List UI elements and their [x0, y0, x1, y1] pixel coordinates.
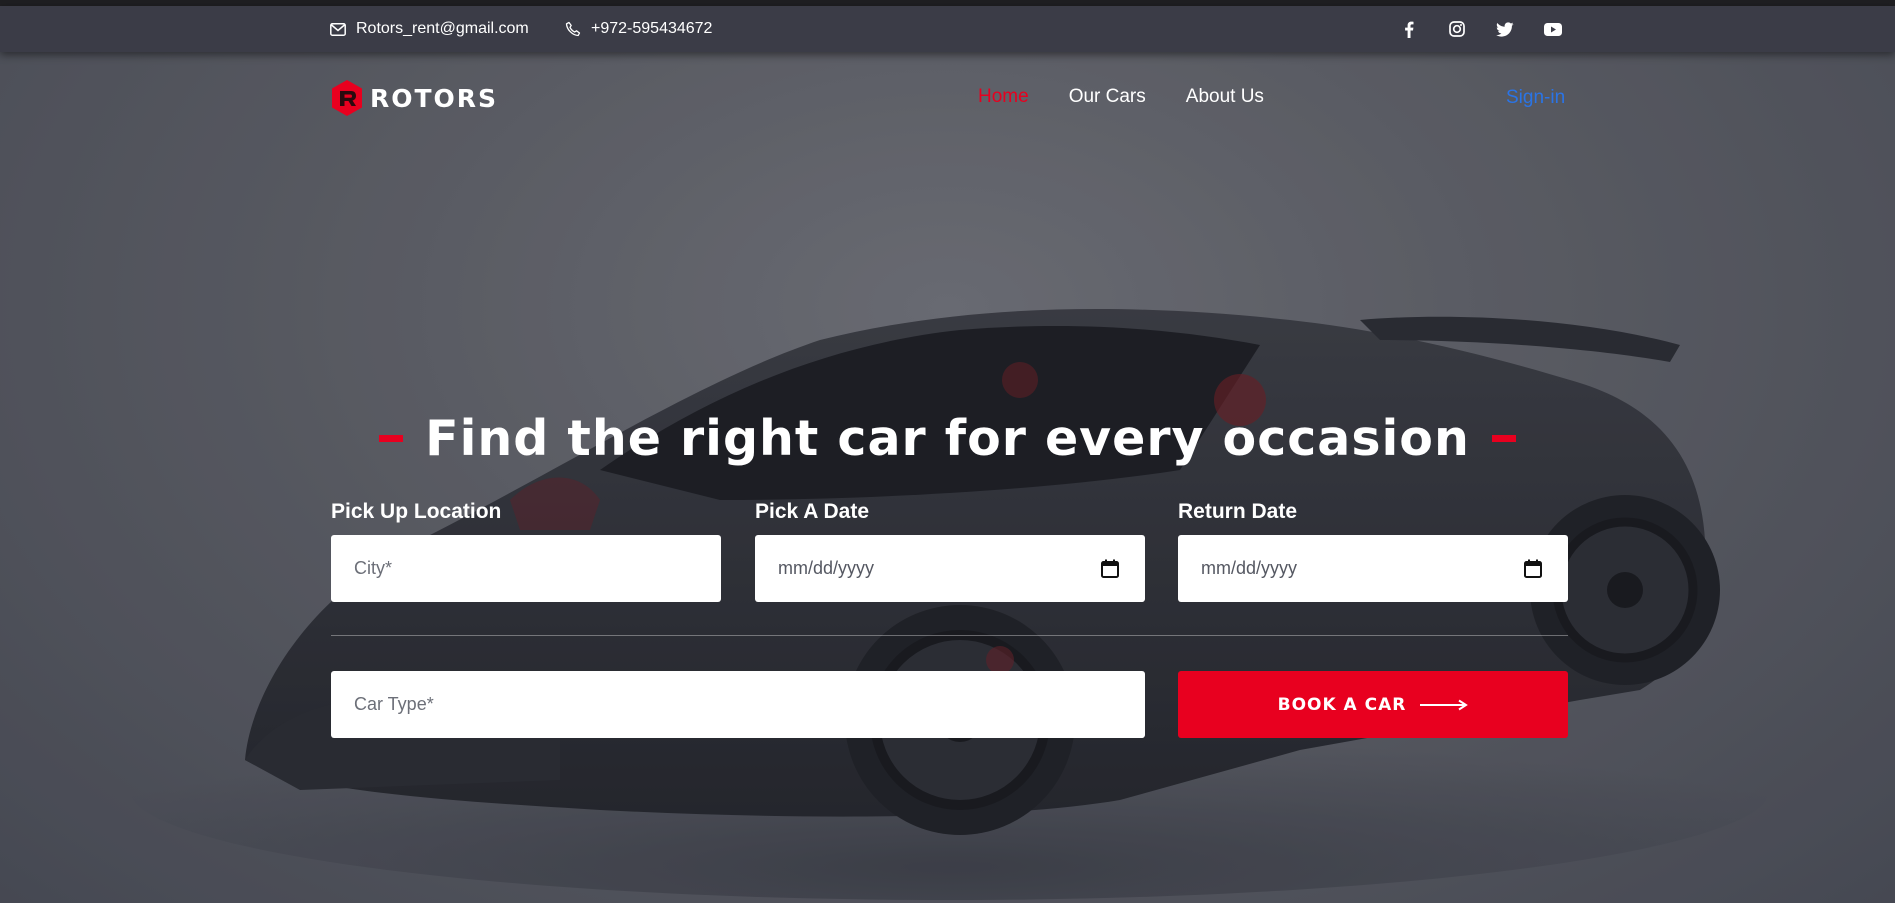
main-navigation: ROTORS Home Our Cars About Us Sign-in: [0, 52, 1895, 142]
pickup-location-placeholder: City*: [354, 558, 393, 578]
book-a-car-button[interactable]: BOOK A CAR: [1178, 671, 1568, 738]
twitter-icon[interactable]: [1496, 20, 1514, 38]
instagram-icon[interactable]: [1448, 20, 1466, 38]
phone-text: +972-595434672: [591, 20, 713, 37]
car-type-input[interactable]: Car Type*: [331, 671, 1145, 738]
pickup-location-input[interactable]: City*: [331, 535, 721, 602]
rotors-logo-icon: [332, 80, 362, 116]
calendar-icon[interactable]: [1101, 559, 1119, 578]
headline-dash-left: [379, 435, 404, 442]
phone-contact[interactable]: +972-595434672: [565, 6, 712, 52]
headline-text: Find the right car for every occasion: [425, 410, 1470, 467]
headline-dash-right: [1491, 435, 1516, 442]
book-a-car-label: BOOK A CAR: [1277, 694, 1407, 715]
car-type-placeholder: Car Type*: [354, 694, 434, 714]
return-date-input[interactable]: mm/dd/yyyy: [1178, 535, 1568, 602]
nav-item-home[interactable]: Home: [978, 86, 1029, 108]
return-date-value: mm/dd/yyyy: [1201, 558, 1298, 578]
nav-item-about-us[interactable]: About Us: [1186, 86, 1264, 108]
social-links: [1400, 6, 1562, 52]
return-date-label: Return Date: [1178, 500, 1298, 523]
envelope-icon: [330, 22, 346, 36]
nav-item-our-cars[interactable]: Our Cars: [1069, 86, 1146, 108]
pickup-location-label: Pick Up Location: [331, 500, 502, 523]
arrow-right-icon: [1420, 699, 1469, 710]
email-contact[interactable]: Rotors_rent@gmail.com: [330, 6, 529, 52]
logo-text: ROTORS: [370, 83, 499, 113]
nav-menu: Home Our Cars About Us: [978, 86, 1304, 108]
hero-headline: Find the right car for every occasion: [0, 410, 1895, 467]
hero-section: [0, 52, 1895, 903]
logo[interactable]: ROTORS: [330, 79, 498, 117]
pick-date-value: mm/dd/yyyy: [778, 558, 875, 578]
pick-date-label: Pick A Date: [755, 500, 869, 523]
facebook-icon[interactable]: [1400, 20, 1418, 38]
form-divider: [331, 635, 1568, 636]
hero-overlay: [0, 52, 1895, 903]
calendar-icon[interactable]: [1524, 559, 1542, 578]
email-text: Rotors_rent@gmail.com: [356, 20, 529, 37]
phone-icon: [565, 21, 581, 37]
sign-in-link[interactable]: Sign-in: [1506, 87, 1565, 109]
youtube-icon[interactable]: [1544, 20, 1562, 38]
pick-date-input[interactable]: mm/dd/yyyy: [755, 535, 1145, 602]
top-contact-bar: Rotors_rent@gmail.com +972-595434672: [0, 6, 1895, 52]
